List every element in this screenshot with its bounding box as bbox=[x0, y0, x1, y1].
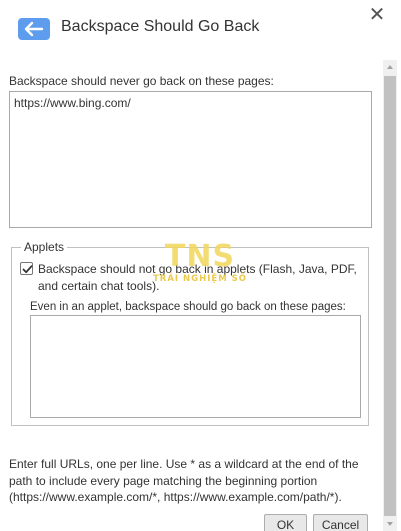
checkmark-icon bbox=[22, 265, 33, 274]
scroll-down-icon[interactable] bbox=[383, 517, 397, 531]
watermark-logo: TNS bbox=[164, 239, 236, 274]
dialog-header: Backspace Should Go Back ✕ bbox=[0, 0, 401, 60]
watermark: TNS TRẢI NGHIỆM SỐ bbox=[152, 241, 248, 291]
scrollbar-thumb[interactable] bbox=[384, 76, 396, 516]
options-content: Backspace should never go back on these … bbox=[0, 60, 382, 531]
never-go-back-label: Backspace should never go back on these … bbox=[9, 74, 274, 88]
watermark-subtitle: TRẢI NGHIỆM SỐ bbox=[153, 274, 247, 284]
scroll-up-icon[interactable] bbox=[383, 60, 397, 74]
help-text: Enter full URLs, one per line. Use * as … bbox=[9, 457, 359, 504]
applets-checkbox[interactable] bbox=[20, 262, 33, 275]
applets-legend: Applets bbox=[21, 240, 68, 254]
close-icon[interactable]: ✕ bbox=[366, 4, 388, 26]
ok-button[interactable]: OK bbox=[264, 514, 307, 531]
vertical-scrollbar[interactable] bbox=[383, 60, 397, 531]
cancel-button[interactable]: Cancel bbox=[313, 514, 368, 531]
applet-exceptions-textarea[interactable] bbox=[30, 315, 361, 418]
applet-exceptions-label: Even in an applet, backspace should go b… bbox=[30, 301, 346, 313]
never-go-back-textarea[interactable]: https://www.bing.com/ bbox=[9, 91, 372, 228]
back-arrow-icon bbox=[18, 18, 50, 40]
dialog-title: Backspace Should Go Back bbox=[61, 18, 260, 35]
